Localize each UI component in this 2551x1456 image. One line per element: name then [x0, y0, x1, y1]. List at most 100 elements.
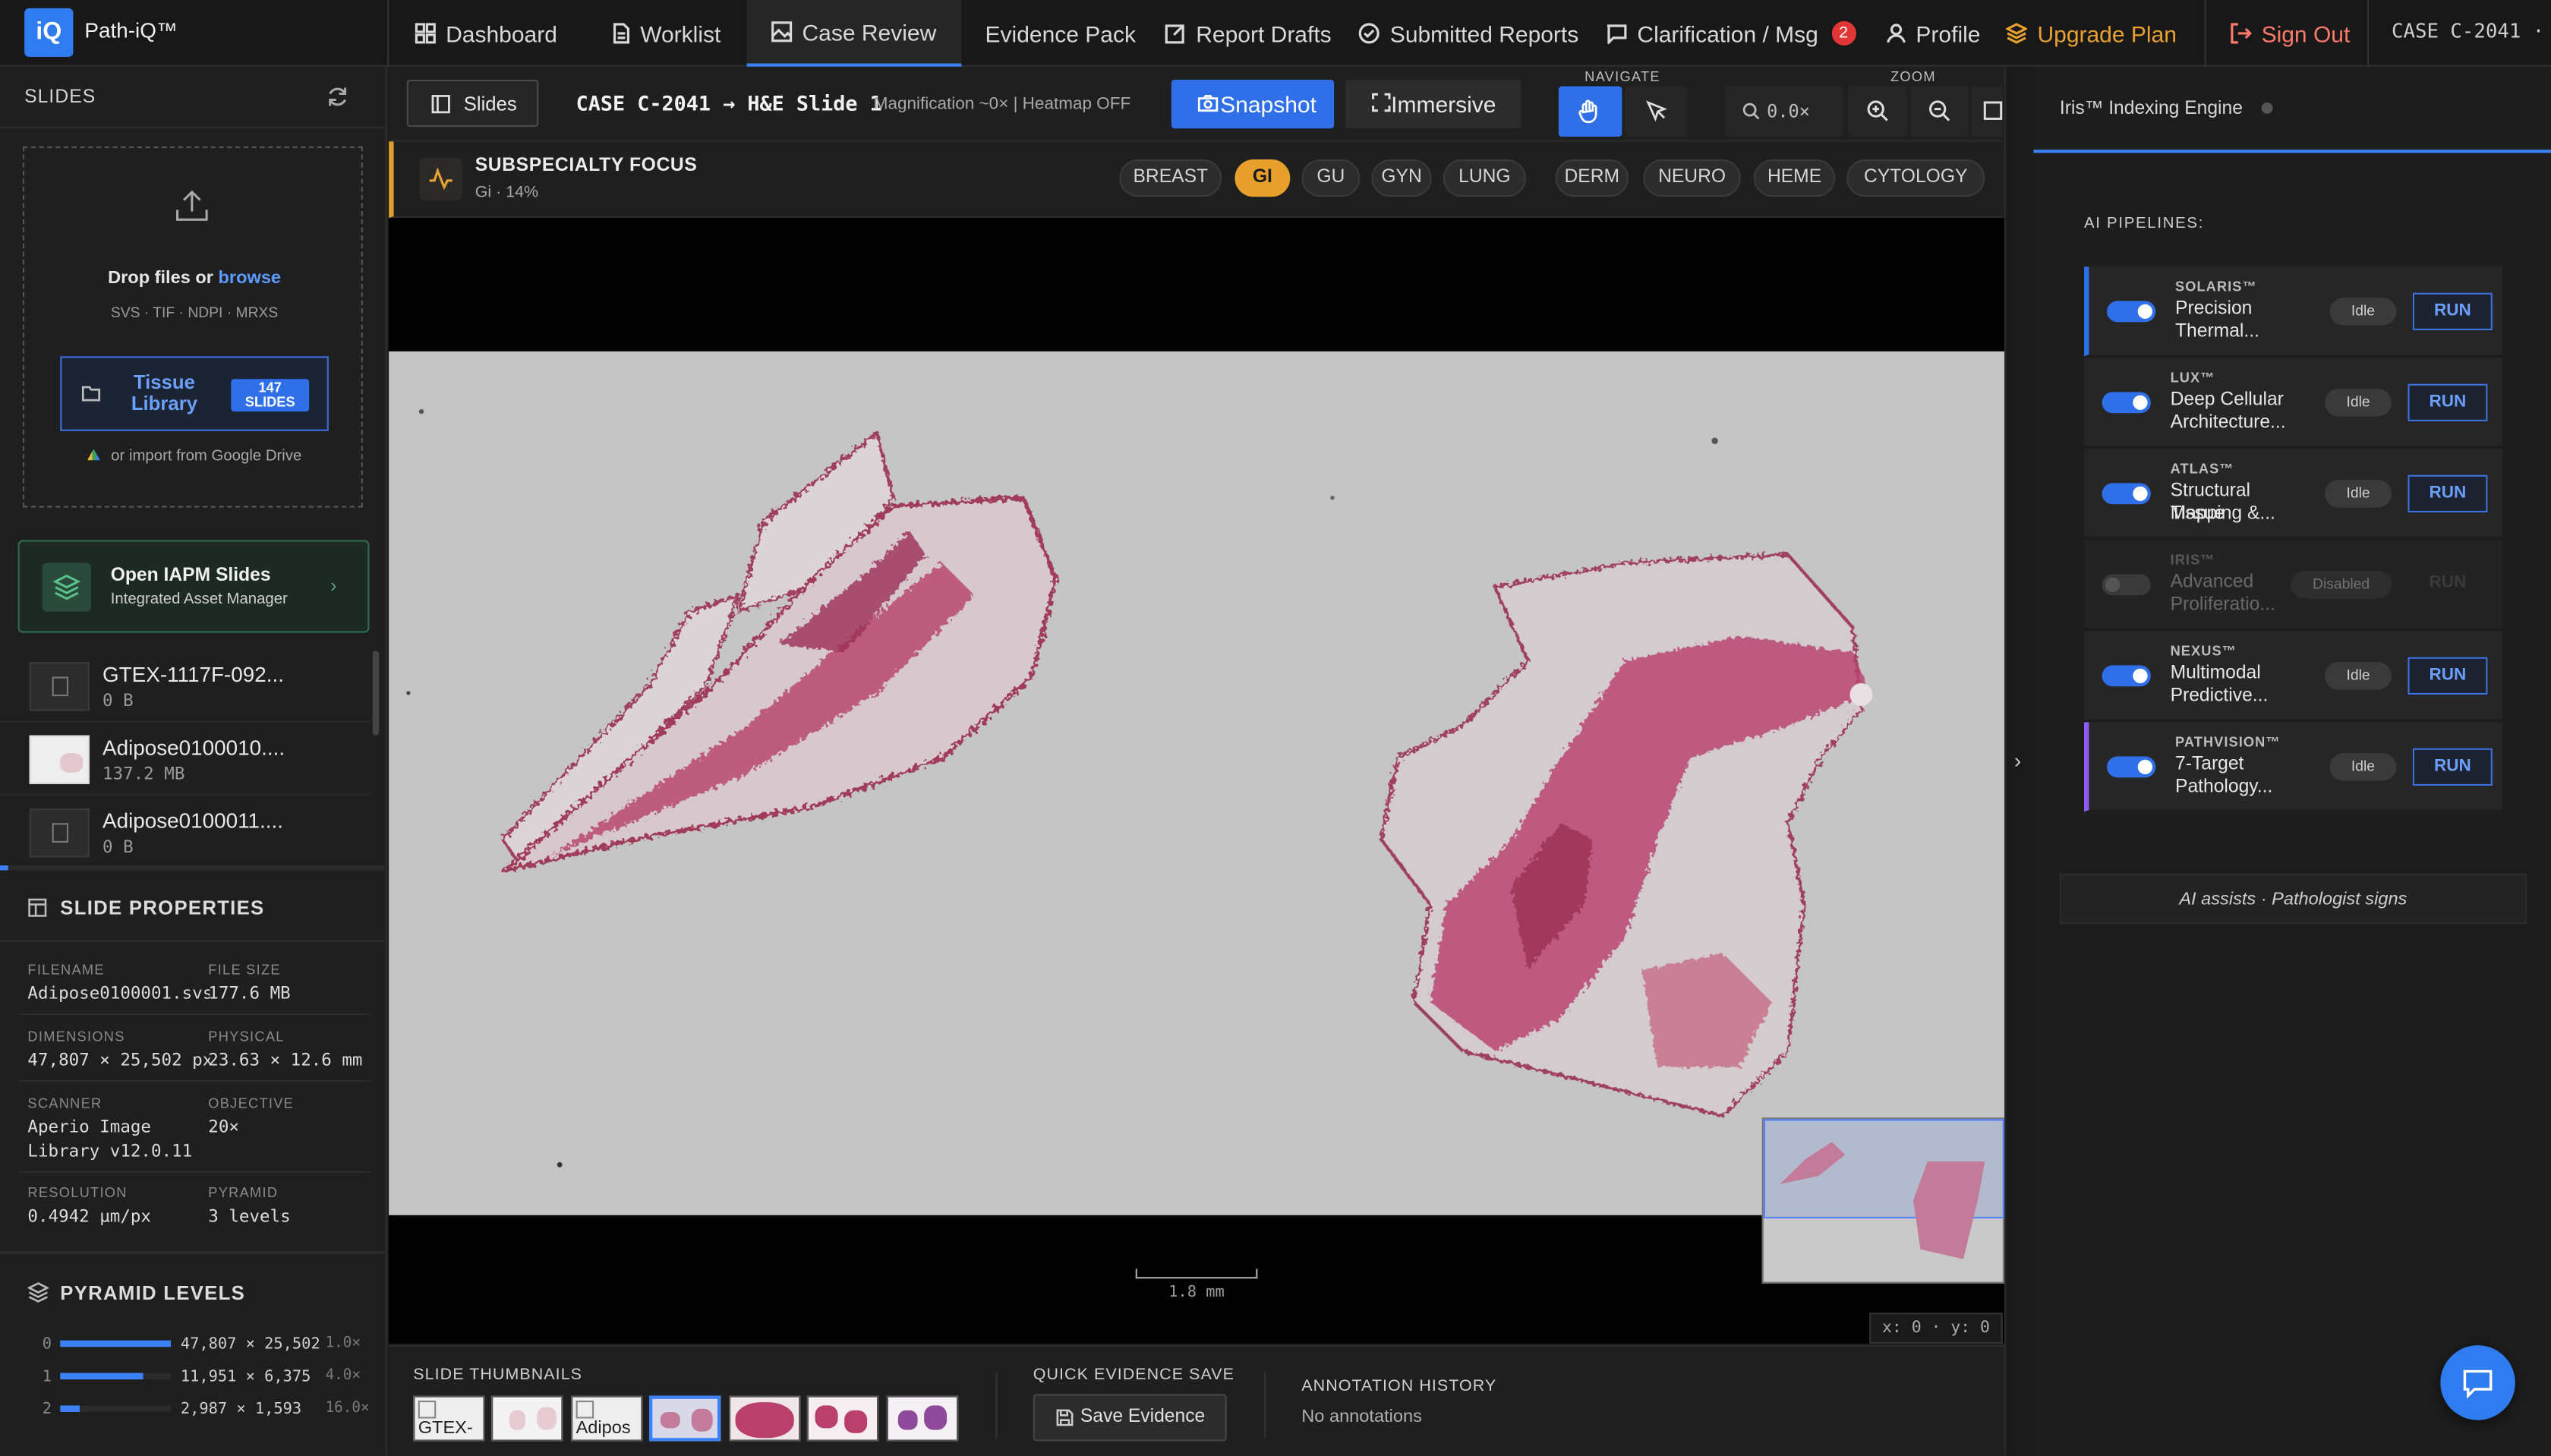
nav-clarification[interactable]: Clarification / Msg 2 — [1607, 0, 1856, 67]
grid-icon — [415, 23, 436, 44]
zoom-in-icon — [1867, 100, 1888, 121]
image-icon — [771, 21, 793, 43]
layers-icon — [27, 1282, 49, 1303]
dropzone-text-row: Drop files or browse — [24, 269, 364, 288]
chat-button[interactable] — [2440, 1345, 2515, 1420]
file-name: Adipose0100010.... — [102, 735, 285, 760]
overview-minimap[interactable] — [1761, 1117, 2005, 1284]
pipeline-card-atlas: ATLAS™ Structural Tissue Mapping &... Id… — [2084, 449, 2502, 539]
pipeline-desc-line1: Multimodal — [2170, 663, 2261, 684]
layers-icon — [2006, 23, 2028, 44]
filesize-label: FILE SIZE — [208, 961, 281, 978]
pipeline-toggle[interactable] — [2102, 574, 2151, 596]
sign-out-button[interactable]: Sign Out — [2231, 0, 2350, 67]
slides-toggle-button[interactable]: Slides — [406, 80, 539, 128]
pipeline-toggle[interactable] — [2102, 392, 2151, 414]
file-dropzone[interactable]: Drop files or browse SVS · TIF · NDPI · … — [23, 146, 364, 508]
divider — [387, 0, 389, 67]
pipeline-desc-line2: Proliferatio... — [2170, 595, 2275, 616]
pipeline-run-button[interactable]: RUN — [2412, 292, 2493, 331]
chip-breast[interactable]: BREAST — [1119, 159, 1222, 197]
chip-derm[interactable]: DERM — [1555, 159, 1629, 197]
file-name: Adipose0100011.... — [102, 808, 284, 834]
nav-profile[interactable]: Profile — [1885, 0, 1980, 67]
table-icon — [28, 898, 47, 917]
pipeline-run-button[interactable]: RUN — [2412, 748, 2493, 786]
pipeline-toggle[interactable] — [2107, 301, 2156, 323]
pipeline-card-pathvision: PATHVISION™ 7-Target Pathology... Idle R… — [2084, 722, 2502, 812]
chip-gi[interactable]: GI — [1235, 159, 1291, 197]
zoom-out-button[interactable] — [1909, 86, 1969, 137]
nav-dashboard[interactable]: Dashboard — [415, 0, 557, 67]
dimensions-label: DIMENSIONS — [27, 1028, 125, 1045]
nav-evidence-pack[interactable]: Evidence Pack — [985, 0, 1136, 67]
nav-case-review[interactable]: Case Review — [746, 0, 961, 67]
pan-tool-button[interactable] — [1558, 86, 1622, 137]
pipeline-run-button[interactable]: RUN — [2408, 383, 2488, 422]
pyramid-levels-title: PYRAMID LEVELS — [60, 1281, 246, 1305]
dimensions-value: 47,807 × 25,502 px — [27, 1051, 210, 1071]
pipeline-desc-line2: Mapping &... — [2170, 504, 2275, 525]
file-list-scrollbar[interactable] — [372, 651, 380, 736]
subspecialty-focus-bar: SUBSPECIALTY FOCUS Gi · 14% BREAST GI GU GY… — [389, 141, 2003, 219]
slide-thumbnail[interactable]: Adipos — [571, 1395, 643, 1442]
zoom-readout[interactable]: 0.0× — [1724, 86, 1843, 137]
pipeline-run-button[interactable]: RUN — [2408, 474, 2488, 513]
file-row[interactable]: GTEX-1117F-092... 0 B — [0, 651, 371, 723]
pipeline-name: PATHVISION™ — [2175, 733, 2281, 750]
nav-report-drafts[interactable]: Report Drafts — [1165, 0, 1332, 67]
snapshot-label: Snapshot — [1220, 91, 1316, 118]
pipeline-run-button[interactable]: RUN — [2408, 566, 2487, 604]
slide-thumbnail[interactable] — [729, 1395, 801, 1442]
pipeline-run-button[interactable]: RUN — [2408, 657, 2488, 695]
divider — [0, 940, 388, 942]
level-scale: 16.0× — [325, 1401, 370, 1417]
zoom-out-icon — [1929, 100, 1950, 121]
google-drive-label: or import from Google Drive — [111, 447, 302, 465]
pipeline-toggle[interactable] — [2107, 756, 2156, 778]
chip-cytology[interactable]: CYTOLOGY — [1846, 159, 1985, 197]
whole-slide-image[interactable] — [389, 351, 2005, 1215]
file-thumbnail — [29, 735, 90, 784]
chip-neuro[interactable]: NEURO — [1643, 159, 1741, 197]
level-bar-fill — [60, 1372, 143, 1380]
open-iapm-button[interactable]: Open IAPM Slides Integrated Asset Manage… — [17, 540, 370, 633]
viewer-toolbar: Slides CASE C-2041 → H&E Slide 1 Magnifi… — [389, 66, 2003, 142]
right-panel-collapse-handle[interactable]: › — [2004, 66, 2034, 1456]
zoom-in-button[interactable] — [1848, 86, 1907, 137]
chip-gyn[interactable]: GYN — [1371, 159, 1432, 197]
file-row[interactable]: Adipose0100010.... 137.2 MB — [0, 724, 371, 796]
nav-submitted-reports[interactable]: Submitted Reports — [1359, 0, 1578, 67]
snapshot-button[interactable]: Snapshot — [1171, 80, 1335, 129]
browse-link[interactable]: browse — [219, 269, 282, 288]
ai-disclaimer: AI assists · Pathologist signs — [2059, 873, 2527, 925]
slide-thumbnail[interactable] — [886, 1395, 959, 1442]
refresh-icon[interactable] — [327, 87, 348, 108]
chip-heme[interactable]: HEME — [1754, 159, 1836, 197]
google-drive-import[interactable]: or import from Google Drive — [24, 447, 364, 465]
physical-value: 23.63 × 12.6 mm — [208, 1051, 363, 1071]
pipeline-toggle[interactable] — [2102, 483, 2151, 505]
app-name: Path-iQ™ — [84, 17, 178, 43]
chip-gu[interactable]: GU — [1301, 159, 1361, 197]
slide-viewer-canvas[interactable]: 1.8 mm x: 0 · y: 0 — [389, 218, 2005, 1344]
slide-thumbnail[interactable] — [491, 1395, 563, 1442]
file-row[interactable]: Adipose0100011.... 0 B — [0, 797, 371, 869]
pipeline-toggle[interactable] — [2102, 665, 2151, 687]
nav-report-drafts-label: Report Drafts — [1196, 20, 1332, 47]
select-tool-button[interactable] — [1625, 86, 1688, 137]
fit-to-screen-button[interactable] — [1972, 86, 2003, 137]
slide-thumbnail[interactable]: GTEX- — [413, 1395, 485, 1442]
fit-screen-icon — [1983, 101, 2003, 120]
chip-lung[interactable]: LUNG — [1443, 159, 1527, 197]
slide-thumbnail[interactable] — [806, 1395, 879, 1442]
slide-thumbnail-selected[interactable] — [649, 1395, 721, 1442]
tissue-library-button[interactable]: Tissue Library 147 SLIDES — [60, 356, 329, 431]
immersive-button[interactable]: Immersive — [1345, 80, 1521, 129]
nav-upgrade[interactable]: Upgrade Plan — [2006, 0, 2177, 67]
nav-worklist[interactable]: Worklist — [610, 0, 721, 67]
scanner-label: SCANNER — [27, 1095, 102, 1111]
slides-toggle-label: Slides — [463, 93, 517, 116]
file-size: 137.2 MB — [102, 764, 185, 784]
save-evidence-button[interactable]: Save Evidence — [1033, 1394, 1227, 1442]
